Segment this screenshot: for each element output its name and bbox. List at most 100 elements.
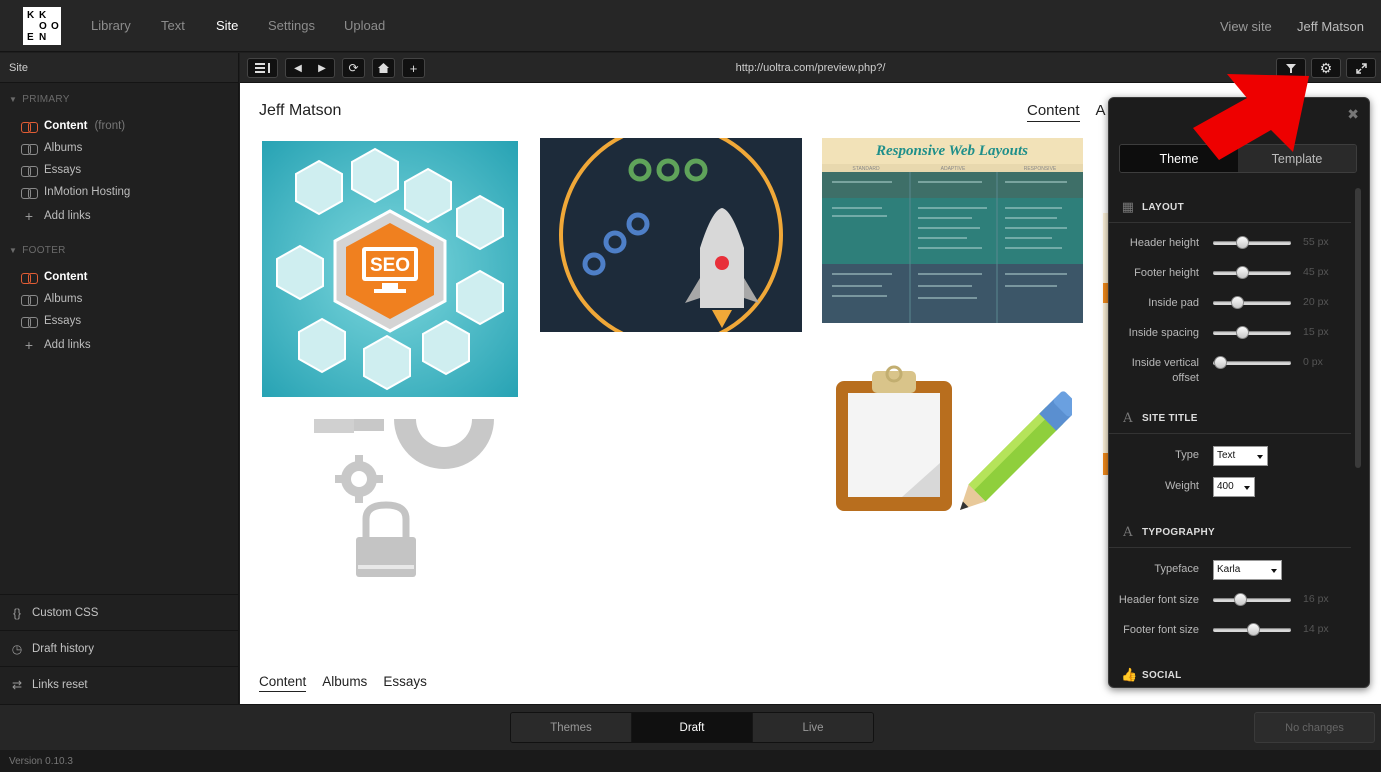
- seo-illustration: SEO: [262, 141, 518, 397]
- section-title: LAYOUT: [1142, 202, 1184, 213]
- clipboard-image[interactable]: [832, 365, 1072, 513]
- mode-draft[interactable]: Draft: [632, 713, 753, 742]
- footer-link-albums[interactable]: Albums: [21, 293, 82, 306]
- add-page-button[interactable]: +: [402, 58, 425, 78]
- nav-site[interactable]: Site: [216, 18, 238, 33]
- slider-track: [1213, 271, 1291, 275]
- primary-group-header[interactable]: ▼ PRIMARY: [9, 94, 70, 105]
- settings-button[interactable]: ⚙: [1311, 58, 1341, 78]
- mode-switcher: Themes Draft Live: [510, 712, 874, 743]
- social-section-header[interactable]: 👍 SOCIAL: [1109, 660, 1351, 687]
- links-reset-button[interactable]: ⇄ Links reset: [0, 666, 238, 702]
- footer-link-content[interactable]: Content: [21, 271, 87, 284]
- refresh-button[interactable]: ⟳: [342, 58, 365, 78]
- weight-select[interactable]: 400: [1213, 477, 1255, 497]
- slider-knob[interactable]: [1214, 356, 1227, 369]
- primary-link-essays[interactable]: Essays: [21, 164, 82, 177]
- thumbs-up-icon: 👍: [1121, 667, 1138, 683]
- setting-slider[interactable]: [1213, 235, 1291, 251]
- rocket-image[interactable]: [540, 138, 802, 332]
- site-nav-albums[interactable]: A: [1096, 102, 1106, 122]
- site-title[interactable]: Jeff Matson: [259, 102, 341, 120]
- footer-add-links[interactable]: + Add links: [21, 337, 91, 353]
- layout-section-header[interactable]: ▦ LAYOUT: [1109, 193, 1351, 223]
- back-arrow-icon[interactable]: ◀: [294, 63, 302, 74]
- slider-knob[interactable]: [1236, 266, 1249, 279]
- view-site-link[interactable]: View site: [1220, 19, 1272, 34]
- setting-label: Inside vertical offset: [1131, 357, 1199, 384]
- primary-link-albums[interactable]: Albums: [21, 142, 83, 155]
- nav-upload[interactable]: Upload: [344, 18, 385, 33]
- layouts-col-label: RESPONSIVE: [1024, 166, 1057, 172]
- primary-link-inmotion[interactable]: InMotion Hosting: [21, 186, 130, 199]
- caret-down-icon: [1257, 455, 1263, 459]
- fullscreen-button[interactable]: [1346, 58, 1376, 78]
- logo-letter: O: [51, 21, 59, 32]
- footer-group-header[interactable]: ▼ FOOTER: [9, 245, 66, 256]
- toggle-sidebar-button[interactable]: [247, 58, 278, 78]
- seo-image[interactable]: SEO: [262, 141, 518, 397]
- setting-slider[interactable]: [1213, 265, 1291, 281]
- footer-link-essays[interactable]: Essays: [21, 315, 82, 328]
- setting-slider[interactable]: [1213, 295, 1291, 311]
- preview-toolbar: ◀ ▶ ⟳ + http://uoltra.com/preview.php?/ …: [240, 53, 1381, 83]
- slider-knob[interactable]: [1247, 623, 1260, 636]
- slider-knob[interactable]: [1231, 296, 1244, 309]
- select-value: Karla: [1217, 564, 1241, 575]
- font-a-icon: A: [1123, 411, 1133, 426]
- user-menu[interactable]: Jeff Matson: [1297, 19, 1364, 34]
- publish-button[interactable]: No changes: [1254, 712, 1375, 743]
- nav-settings[interactable]: Settings: [268, 18, 315, 33]
- gears-lock-image[interactable]: [284, 419, 504, 579]
- slider-knob[interactable]: [1236, 236, 1249, 249]
- link-label: Essays: [44, 164, 82, 176]
- setting-slider[interactable]: [1213, 622, 1291, 638]
- layouts-image[interactable]: Responsive Web Layouts STANDARD ADAPTIVE…: [822, 138, 1083, 323]
- sidebar-toggle-icon: [254, 63, 270, 73]
- setting-slider[interactable]: [1213, 355, 1291, 371]
- typeface-select[interactable]: Karla: [1213, 560, 1282, 580]
- site-footer-nav-albums[interactable]: Albums: [322, 674, 367, 692]
- type-select[interactable]: Text: [1213, 446, 1268, 466]
- logo-letter: K: [39, 10, 47, 21]
- collapse-triangle-icon: ▼: [9, 246, 18, 255]
- setting-value: 45 px: [1303, 266, 1329, 278]
- typography-section-header[interactable]: A TYPOGRAPHY: [1109, 518, 1351, 548]
- slider-track: [1213, 598, 1291, 602]
- custom-css-button[interactable]: {} Custom CSS: [0, 594, 238, 630]
- theme-settings-panel: ✖ Theme Template ▦ LAYOUT Header height 55…: [1108, 97, 1370, 688]
- setting-label: Inside spacing: [1128, 327, 1199, 339]
- link-label: Albums: [44, 142, 83, 154]
- site-footer-nav-essays[interactable]: Essays: [383, 674, 427, 692]
- panel-scrollbar[interactable]: [1355, 188, 1361, 468]
- home-button[interactable]: [372, 58, 395, 78]
- setting-slider[interactable]: [1213, 325, 1291, 341]
- sidebar-title: Site: [0, 53, 238, 83]
- nav-library[interactable]: Library: [91, 18, 131, 33]
- mode-themes[interactable]: Themes: [511, 713, 632, 742]
- nav-text[interactable]: Text: [161, 18, 185, 33]
- status-bar: Version 0.10.3: [0, 750, 1381, 772]
- site-footer-nav: Content Albums Essays: [259, 674, 427, 692]
- site-footer-nav-content[interactable]: Content: [259, 674, 307, 692]
- setting-label: Inside pad: [1148, 297, 1199, 309]
- tab-theme[interactable]: Theme: [1120, 145, 1238, 172]
- primary-link-content[interactable]: Content (front): [21, 120, 125, 133]
- filter-button[interactable]: [1276, 58, 1306, 78]
- site-title-section-header[interactable]: A SITE TITLE: [1109, 404, 1351, 434]
- section-title: TYPOGRAPHY: [1142, 527, 1216, 538]
- primary-add-links[interactable]: + Add links: [21, 208, 91, 224]
- site-nav-content[interactable]: Content: [1027, 102, 1080, 122]
- koken-logo[interactable]: K K O E N O: [23, 7, 61, 45]
- forward-arrow-icon[interactable]: ▶: [318, 63, 326, 74]
- close-icon[interactable]: ✖: [1347, 106, 1359, 123]
- slider-knob[interactable]: [1234, 593, 1247, 606]
- slider-knob[interactable]: [1236, 326, 1249, 339]
- draft-history-button[interactable]: ◷ Draft history: [0, 630, 238, 666]
- setting-slider[interactable]: [1213, 592, 1291, 608]
- panel-tabs: Theme Template: [1119, 144, 1357, 173]
- link-icon: [21, 294, 38, 306]
- tab-template[interactable]: Template: [1238, 145, 1356, 172]
- link-label: Essays: [44, 315, 82, 327]
- mode-live[interactable]: Live: [753, 713, 873, 742]
